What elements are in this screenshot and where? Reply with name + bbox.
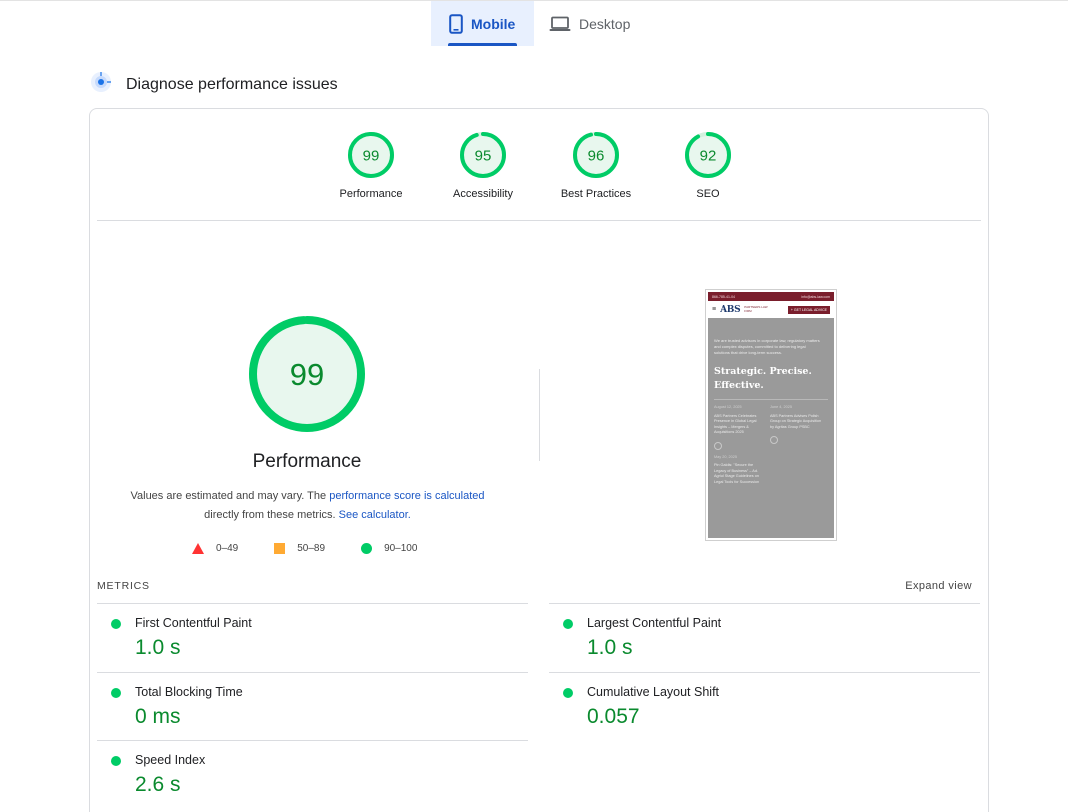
screenshot-content: 866-785-41-04 info@abs-law.com ≡ ABS PAR…: [708, 292, 834, 538]
metric-name: Speed Index: [135, 753, 206, 767]
performance-gauge-large: 99: [245, 312, 369, 436]
gauge-label: Accessibility: [453, 188, 513, 200]
metric-first-contentful-paint: First Contentful Paint 1.0 s: [97, 603, 528, 672]
gauge-label: Best Practices: [560, 188, 632, 200]
gauge-label: SEO: [696, 188, 720, 200]
screenshot-nav: ≡ ABS PARTNERS LAW FIRM + GET LEGAL ADVI…: [708, 301, 834, 318]
metric-largest-contentful-paint: Largest Contentful Paint 1.0 s: [549, 603, 980, 672]
screenshot-rule: [714, 399, 828, 400]
metrics-left-column: First Contentful Paint 1.0 s Total Block…: [97, 603, 528, 809]
estimate-note: Values are estimated and may vary. The p…: [110, 487, 505, 525]
news-circle-icon: [770, 436, 778, 444]
gauge-best-practices[interactable]: 96 Best Practices: [536, 131, 656, 200]
see-calculator-link[interactable]: See calculator.: [339, 509, 411, 521]
screenshot-logo: ABS: [720, 304, 741, 315]
metrics-right-column: Largest Contentful Paint 1.0 s Cumulativ…: [549, 603, 980, 740]
legend-average-range: 50–89: [297, 543, 326, 554]
metric-name: Cumulative Layout Shift: [587, 684, 720, 699]
gauge-ring: 92: [685, 132, 731, 178]
expand-view-button[interactable]: Expand view: [905, 580, 972, 592]
pass-circle-icon: [111, 687, 121, 698]
news-date: August 12, 2025: [714, 405, 742, 409]
gauge-ring: 96: [573, 132, 619, 178]
gauge-ring: 95: [460, 132, 506, 178]
metric-speed-index: Speed Index 2.6 s: [97, 740, 528, 809]
news-date: May 20, 2025: [714, 454, 738, 459]
page-screenshot-thumbnail[interactable]: 866-785-41-04 info@abs-law.com ≡ ABS PAR…: [705, 289, 837, 541]
legend-pass: 90–100: [361, 543, 417, 554]
news-text: ABS Partners Celebrates Presence in Glob…: [714, 413, 757, 435]
screenshot-phone: 866-785-41-04: [712, 294, 735, 299]
performance-label: Performance: [252, 451, 362, 472]
legend-fail: 0–49: [192, 543, 238, 554]
metric-name: Largest Contentful Paint: [587, 616, 722, 630]
tab-mobile[interactable]: Mobile: [431, 1, 534, 46]
news-date: June 4, 2025: [770, 405, 792, 409]
news-text: ABS Partners Advises Polish Group on Str…: [770, 413, 822, 429]
performance-score-value: 99: [290, 357, 324, 392]
screenshot-logo-sub: PARTNERS LAW FIRM: [744, 305, 768, 313]
gauge-accessibility[interactable]: 95 Accessibility: [423, 131, 543, 200]
diagnose-header: Diagnose performance issues: [90, 71, 338, 98]
legend-pass-range: 90–100: [384, 543, 418, 554]
laptop-icon: [549, 16, 571, 32]
metric-value: 0 ms: [135, 704, 181, 728]
legend-fail-range: 0–49: [216, 543, 239, 554]
gauges-divider: [97, 220, 981, 221]
metric-value: 1.0 s: [587, 636, 633, 659]
gauge-label: Performance: [339, 188, 403, 200]
circle-icon: [361, 543, 373, 554]
screenshot-email: info@abs-law.com: [801, 294, 830, 299]
screenshot-body: We are trusted advisors in corporate law…: [708, 318, 834, 485]
metric-total-blocking-time: Total Blocking Time 0 ms: [97, 671, 528, 741]
metric-name: First Contentful Paint: [135, 616, 252, 630]
tab-desktop-label: Desktop: [579, 15, 631, 32]
diagnose-icon: [90, 71, 112, 98]
tab-desktop[interactable]: Desktop: [534, 1, 646, 46]
estimate-middle: directly from these metrics.: [204, 509, 336, 521]
gauge-value: 92: [700, 148, 717, 165]
gauge-seo[interactable]: 92 SEO: [648, 131, 768, 200]
diagnose-title: Diagnose performance issues: [126, 75, 338, 93]
screenshot-news: August 12, 2025 ABS Partners Celebrates …: [714, 405, 828, 485]
pass-circle-icon: [111, 756, 121, 766]
estimate-prefix: Values are estimated and may vary. The: [130, 490, 330, 502]
score-gauges: 99 Performance 95 Accessibility 96 Best …: [90, 109, 988, 219]
legend-average: 50–89: [274, 543, 325, 554]
vertical-divider: [539, 369, 540, 461]
metric-value: 2.6 s: [135, 773, 181, 796]
screenshot-cta: + GET LEGAL ADVICE: [787, 305, 830, 314]
screenshot-intro: We are trusted advisors in corporate law…: [714, 338, 820, 355]
gauge-performance[interactable]: 99 Performance: [311, 131, 431, 200]
square-icon: [274, 543, 286, 554]
pass-circle-icon: [563, 619, 573, 629]
metric-value: 0.057: [587, 704, 640, 728]
gauge-value: 99: [363, 148, 380, 165]
news-text: Pin Galdis: "Secure the Legacy of Busine…: [714, 463, 760, 484]
news-circle-icon: [714, 441, 722, 450]
screenshot-topbar: 866-785-41-04 info@abs-law.com: [708, 292, 834, 301]
pass-circle-icon: [563, 687, 573, 698]
device-tabs: Mobile Desktop: [431, 1, 646, 46]
hamburger-menu-icon: ≡: [712, 306, 717, 313]
phone-icon: [449, 13, 463, 34]
report-card: 99 Performance 95 Accessibility 96 Best …: [89, 108, 989, 812]
score-legend: 0–49 50–89 90–100: [192, 543, 417, 554]
news-item: August 12, 2025 ABS Partners Celebrates …: [714, 405, 766, 485]
metric-name: Total Blocking Time: [135, 684, 243, 699]
screenshot-headline: Strategic. Precise. Effective.: [714, 366, 812, 391]
metric-cumulative-layout-shift: Cumulative Layout Shift 0.057: [549, 671, 980, 741]
pass-circle-icon: [111, 619, 121, 629]
gauge-value: 95: [475, 148, 492, 165]
metric-value: 1.0 s: [135, 636, 181, 659]
news-item: June 4, 2025 ABS Partners Advises Polish…: [770, 405, 822, 485]
gauge-value: 96: [588, 148, 605, 165]
triangle-icon: [192, 543, 204, 554]
score-calculated-link[interactable]: performance score is calculated: [329, 490, 484, 502]
metrics-header: METRICS: [97, 580, 150, 592]
gauge-ring: 99: [348, 132, 394, 178]
tab-mobile-label: Mobile: [471, 15, 516, 32]
